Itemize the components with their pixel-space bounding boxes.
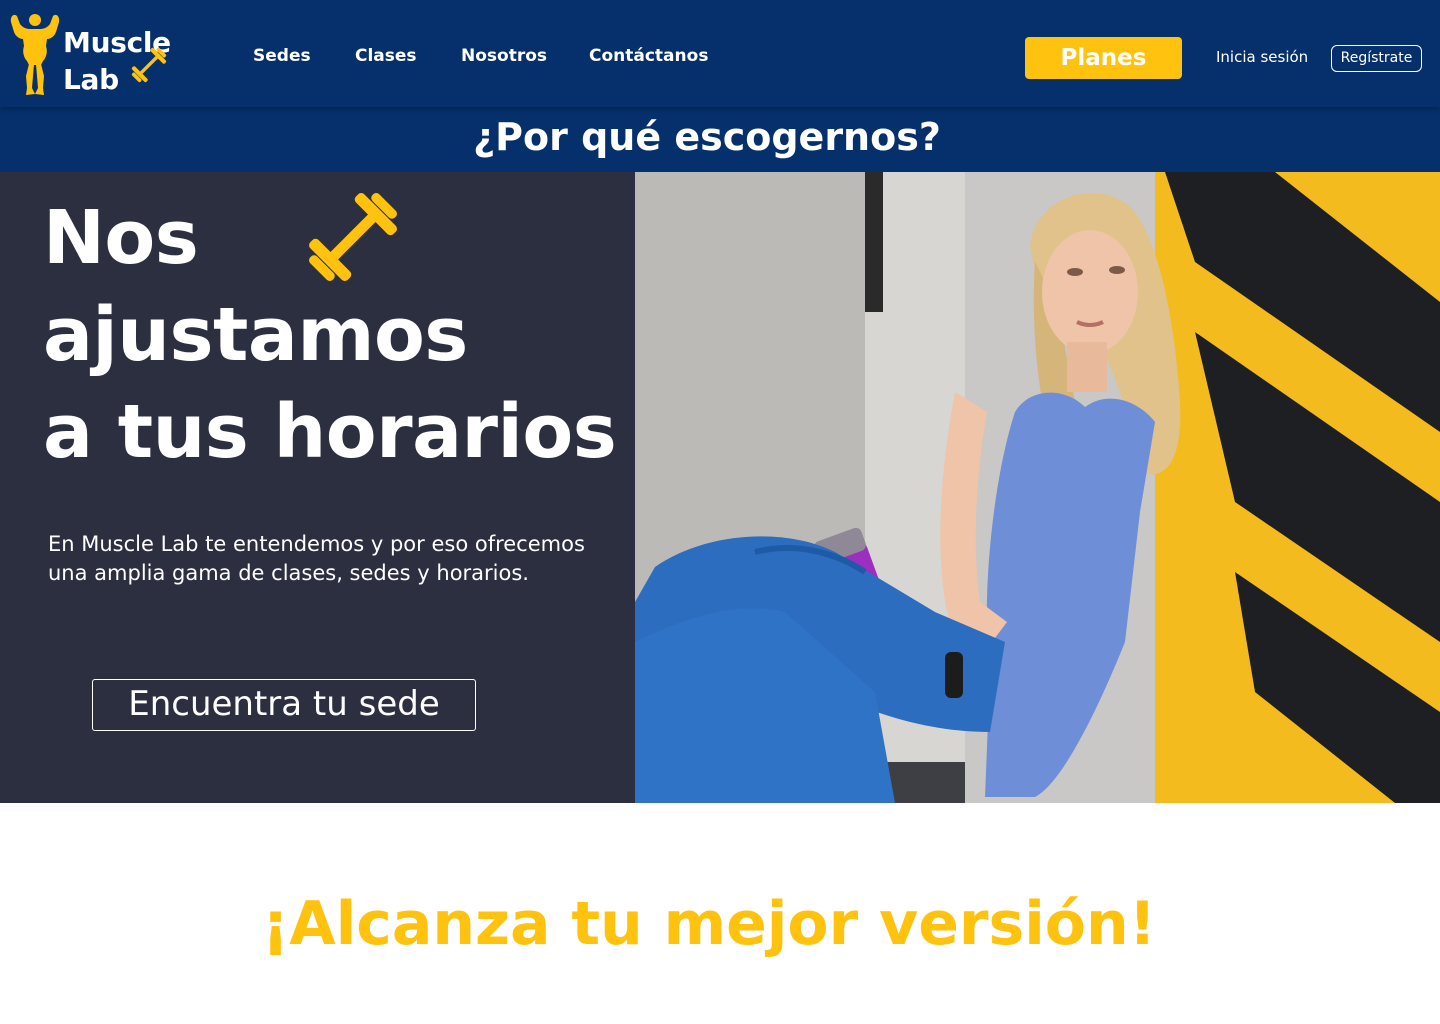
hero-photo-illustration xyxy=(635,172,1440,803)
nav-link-clases[interactable]: Clases xyxy=(355,45,417,67)
why-us-banner: ¿Por qué escogernos? xyxy=(0,107,1440,172)
bodybuilder-icon xyxy=(10,14,60,95)
hero-heading-line2: ajustamos xyxy=(43,292,468,378)
main-navbar: Muscle Lab Sedes Clases Nosotros Contáct… xyxy=(0,0,1440,107)
brand-logo[interactable]: Muscle Lab xyxy=(8,10,188,98)
hero-photo-woman-with-bottle xyxy=(635,172,1440,803)
nav-link-sedes[interactable]: Sedes xyxy=(253,45,311,67)
hero-description: En Muscle Lab te entendemos y por eso of… xyxy=(48,532,585,585)
register-button[interactable]: Regístrate xyxy=(1331,45,1422,72)
find-location-button[interactable]: Encuentra tu sede xyxy=(92,679,476,731)
login-link[interactable]: Inicia sesión xyxy=(1216,47,1308,67)
nav-link-nosotros[interactable]: Nosotros xyxy=(461,45,547,67)
best-version-title: ¡Alcanza tu mejor versión! xyxy=(261,889,1157,959)
dumbbell-icon xyxy=(309,193,397,281)
hero-heading-line3: a tus horarios xyxy=(43,389,617,475)
dumbbell-icon xyxy=(131,47,167,83)
nav-link-contactanos[interactable]: Contáctanos xyxy=(589,45,708,67)
hero-panel: Nos ajustamos a tus horarios En Muscle L… xyxy=(0,172,635,803)
why-us-title: ¿Por qué escogernos? xyxy=(473,115,941,159)
plans-button[interactable]: Planes xyxy=(1025,37,1182,79)
